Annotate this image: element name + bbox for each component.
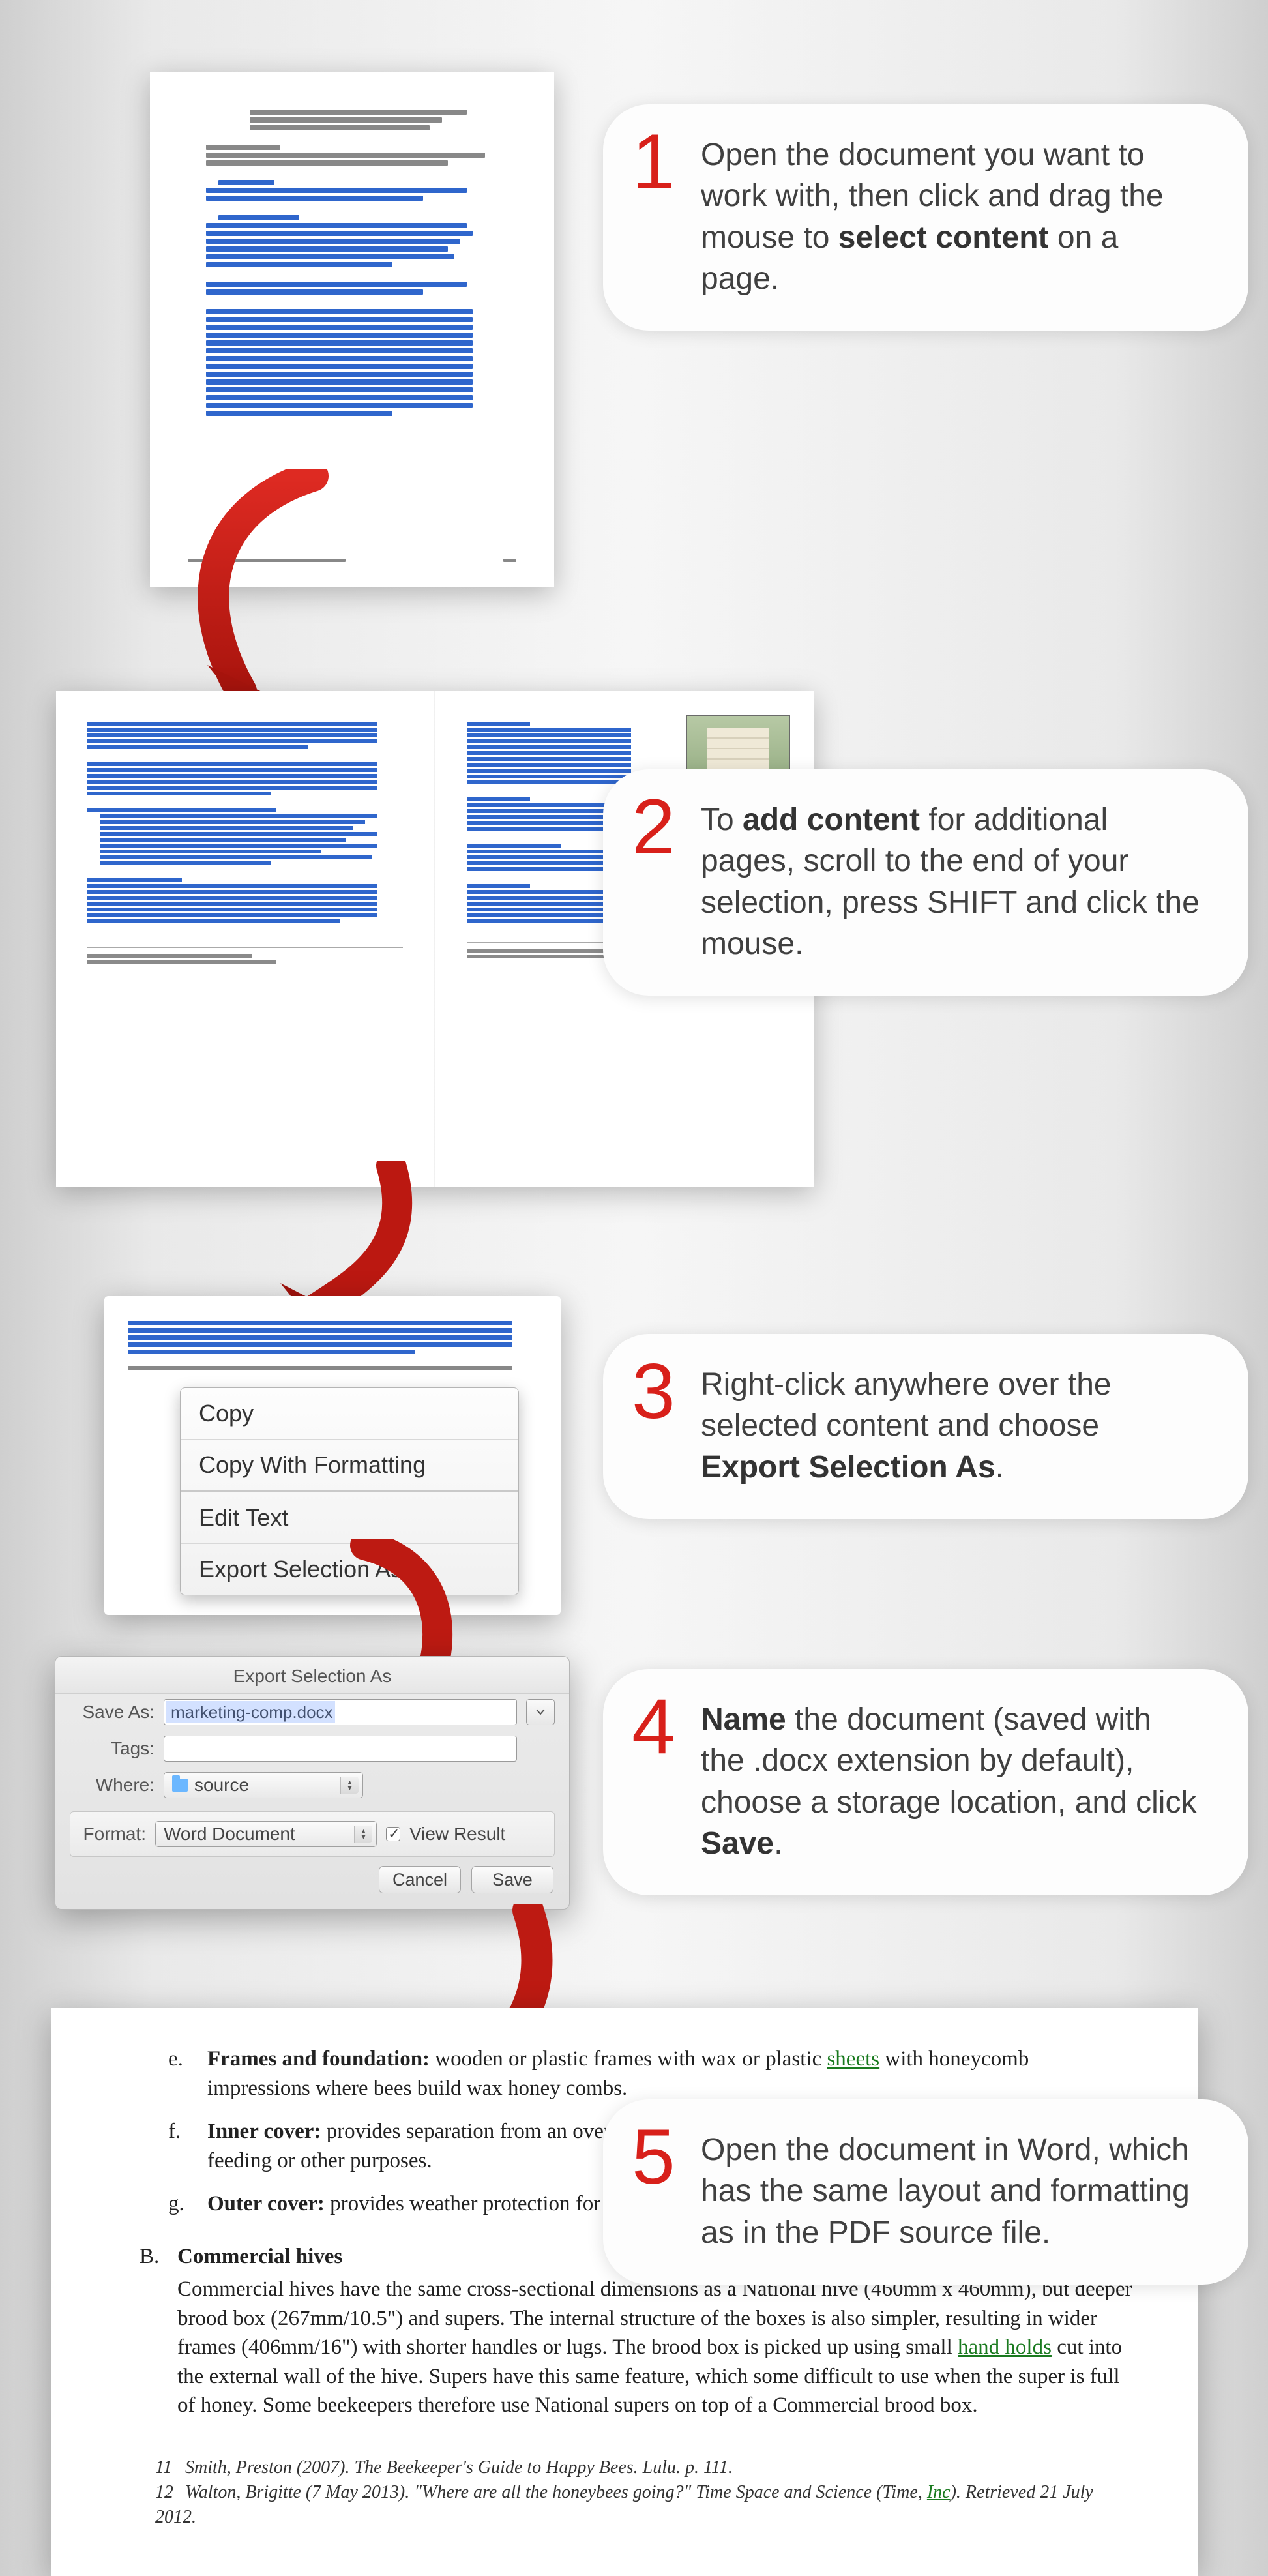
menu-item-edit-text[interactable]: Edit Text [181, 1492, 518, 1543]
save-button[interactable]: Save [471, 1866, 553, 1893]
chevron-updown-icon: ▴▾ [340, 1777, 359, 1794]
step-3-callout: 3 Right-click anywhere over the selected… [603, 1334, 1248, 1519]
menu-item-copy-with-formatting[interactable]: Copy With Formatting [181, 1439, 518, 1490]
step-1-callout: 1 Open the document you want to work wit… [603, 104, 1248, 331]
link-hand-holds[interactable]: hand holds [958, 2335, 1052, 2359]
step-number: 4 [632, 1687, 675, 1766]
link-sheets[interactable]: sheets [827, 2047, 879, 2071]
view-result-checkbox[interactable] [386, 1827, 400, 1841]
footnotes: 11Smith, Preston (2007). The Beekeeper's… [155, 2455, 1133, 2529]
step-2-callout: 2 To add content for additional pages, s… [603, 769, 1248, 996]
step-5-callout: 5 Open the document in Word, which has t… [603, 2099, 1248, 2285]
where-label: Where: [70, 1775, 155, 1796]
where-dropdown[interactable]: source ▴▾ [164, 1772, 363, 1798]
step-text: Right-click anywhere over the selected c… [701, 1364, 1203, 1488]
step-4-callout: 4 Name the document (saved with the .doc… [603, 1669, 1248, 1895]
link-inc[interactable]: Inc [927, 2482, 951, 2502]
context-menu-panel: Copy Copy With Formatting Edit Text Expo… [104, 1296, 561, 1615]
export-selection-dialog: Export Selection As Save As: marketing-c… [55, 1656, 570, 1910]
step-number: 2 [632, 788, 675, 866]
view-result-label: View Result [409, 1824, 505, 1844]
tags-label: Tags: [70, 1738, 155, 1759]
format-label: Format: [81, 1824, 146, 1844]
dialog-title: Export Selection As [55, 1657, 569, 1694]
step-text: Open the document in Word, which has the… [701, 2129, 1203, 2253]
section-heading: Commercial hives [177, 2245, 342, 2268]
menu-item-copy[interactable]: Copy [181, 1388, 518, 1439]
step-text: Name the document (saved with the .docx … [701, 1699, 1203, 1864]
step-text: To add content for additional pages, scr… [701, 799, 1203, 964]
save-as-field[interactable]: marketing-comp.docx [164, 1699, 517, 1725]
cancel-button[interactable]: Cancel [379, 1866, 461, 1893]
format-dropdown[interactable]: Word Document ▴▾ [155, 1821, 377, 1847]
step-text: Open the document you want to work with,… [701, 134, 1203, 299]
save-as-history-button[interactable] [526, 1699, 555, 1725]
where-value: source [194, 1775, 249, 1796]
word-result-page: e. Frames and foundation: wooden or plas… [51, 2008, 1198, 2576]
section-marker: B. [140, 2242, 159, 2272]
pdf-page-step1 [150, 72, 554, 587]
tutorial-stage: 1 Open the document you want to work wit… [0, 0, 1268, 2355]
step-number: 3 [632, 1352, 675, 1430]
context-menu: Copy Copy With Formatting Edit Text Expo… [180, 1387, 519, 1595]
tags-field[interactable] [164, 1736, 517, 1762]
spread-left-page [56, 691, 434, 1187]
chevron-updown-icon: ▴▾ [354, 1826, 372, 1843]
save-as-label: Save As: [70, 1702, 155, 1723]
section-body: Commercial hives have the same cross-sec… [177, 2275, 1133, 2420]
menu-item-export-selection-as[interactable]: Export Selection As... [181, 1543, 518, 1595]
list-item: e. Frames and foundation: wooden or plas… [207, 2045, 1133, 2103]
format-value: Word Document [164, 1824, 295, 1844]
save-as-value: marketing-comp.docx [171, 1702, 333, 1723]
folder-icon [172, 1779, 188, 1792]
step-number: 5 [632, 2118, 675, 2196]
step-number: 1 [632, 123, 675, 201]
